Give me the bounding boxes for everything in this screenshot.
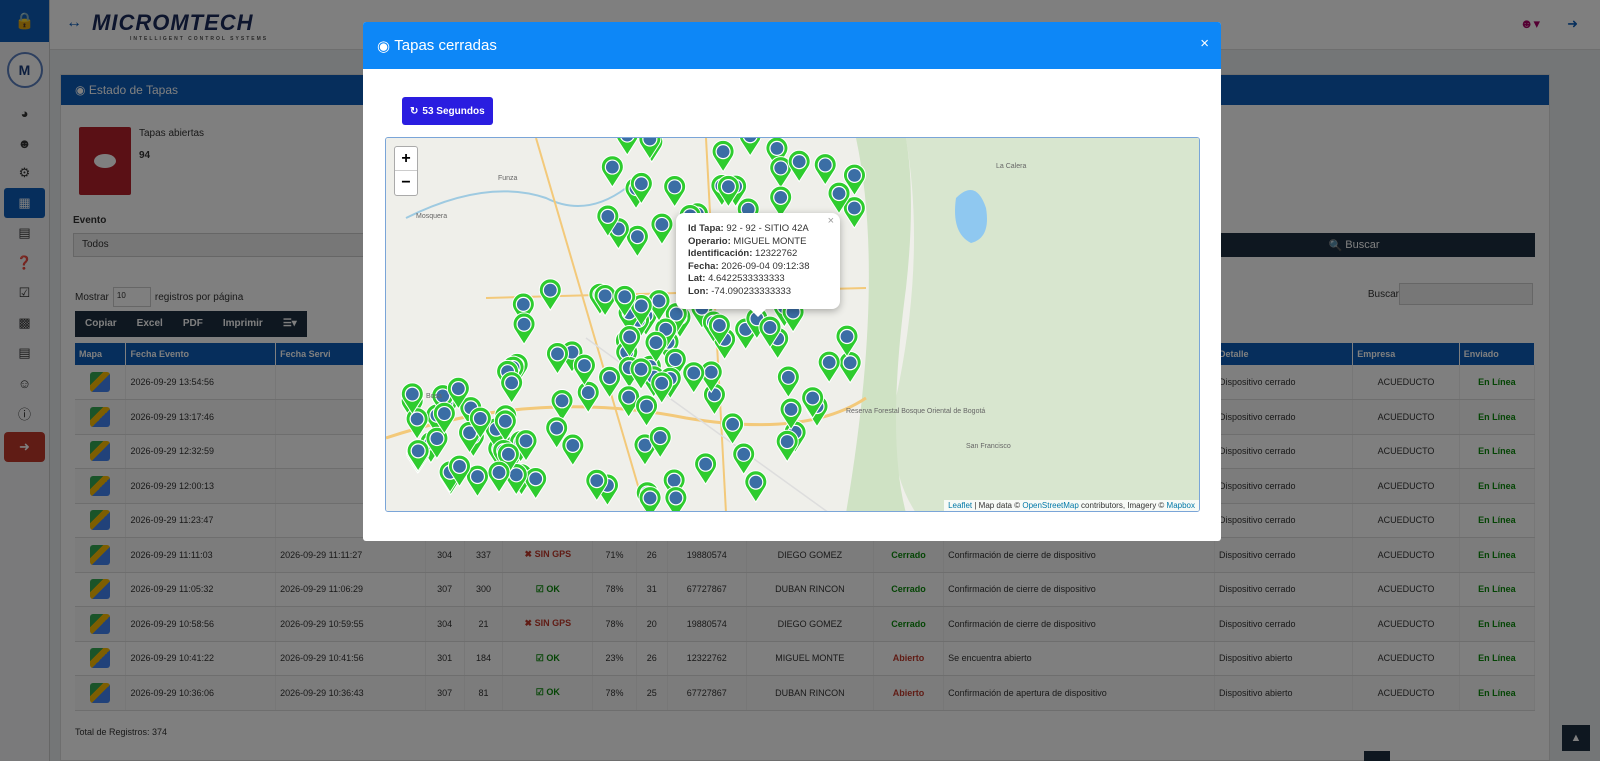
leaflet-link[interactable]: Leaflet: [948, 501, 972, 510]
attrib-text: | Map data ©: [972, 501, 1023, 510]
map-attribution: Leaflet | Map data © OpenStreetMap contr…: [944, 500, 1199, 511]
place-label: Funza: [498, 175, 518, 182]
place-label: Reserva Forestal Bosque Oriental de Bogo…: [846, 408, 985, 415]
popup-ident-label: Identificación:: [688, 248, 753, 259]
popup-close-icon[interactable]: ×: [828, 215, 834, 228]
zoom-control: + −: [394, 146, 418, 196]
refresh-icon: ↻: [410, 105, 419, 117]
popup-lat-label: Lat:: [688, 273, 706, 284]
popup-fecha-value: 2026-09-04 09:12:38: [721, 260, 810, 272]
attrib-text-2: contributors, Imagery ©: [1078, 501, 1167, 510]
modal-title: Tapas cerradas: [394, 37, 497, 54]
zoom-out-button[interactable]: −: [395, 171, 417, 195]
zoom-in-button[interactable]: +: [395, 147, 417, 171]
forest-area: [893, 138, 1199, 511]
osm-link[interactable]: OpenStreetMap: [1022, 501, 1078, 510]
tapas-cerradas-modal: ◉ Tapas cerradas × ↻ 53 Segundos Funza Mos…: [363, 22, 1221, 541]
place-label: Mosquera: [416, 213, 447, 220]
marker-popup: × Id Tapa: 92 - 92 - SITIO 42A Operario:…: [676, 213, 840, 317]
popup-lat-value: 4.6422533333333: [708, 273, 785, 284]
popup-op-value: MIGUEL MONTE: [733, 235, 807, 247]
refresh-button[interactable]: ↻ 53 Segundos: [402, 97, 493, 125]
map-tiles: Funza Mosquera La Calera Bosa Reserva Forest…: [386, 138, 1199, 511]
popup-op-label: Operario:: [688, 235, 731, 247]
place-label: La Calera: [996, 163, 1026, 170]
mapbox-link[interactable]: Mapbox: [1167, 501, 1195, 510]
place-label: Bosa: [426, 393, 442, 400]
popup-lon-value: -74.090233333333: [711, 285, 791, 297]
popup-id-value: 92 - 92 - SITIO 42A: [726, 223, 809, 234]
modal-close-icon[interactable]: ×: [1200, 35, 1209, 52]
place-label: San Francisco: [966, 443, 1011, 450]
popup-lon-label: Lon:: [688, 285, 709, 297]
popup-ident-value: 12322762: [755, 248, 798, 259]
popup-fecha-label: Fecha:: [688, 260, 719, 272]
map[interactable]: Funza Mosquera La Calera Bosa Reserva Forest…: [385, 137, 1200, 512]
refresh-label: 53 Segundos: [422, 105, 485, 117]
popup-id-label: Id Tapa:: [688, 223, 724, 234]
modal-header: ◉ Tapas cerradas: [363, 22, 1221, 69]
